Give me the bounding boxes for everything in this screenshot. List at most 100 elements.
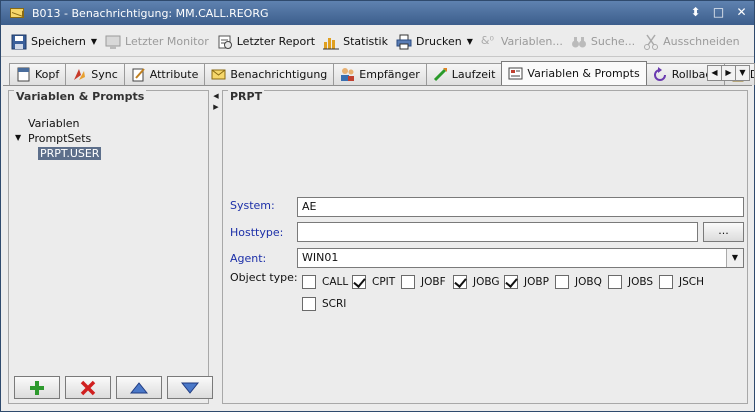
last-monitor-button[interactable]: Letzter Monitor	[101, 30, 213, 54]
statistics-button[interactable]: Statistik	[319, 30, 392, 54]
tab-list-button[interactable]: ▼	[735, 65, 750, 81]
prompt-set-panel: PRPT System: AE Hosttype: ... Agent: WIN…	[222, 90, 748, 404]
panel-title: Variablen & Prompts	[14, 90, 147, 103]
cut-label: Ausschneiden	[663, 35, 740, 48]
checkbox-call[interactable]: CALL	[302, 275, 348, 289]
checkbox-box[interactable]	[659, 275, 673, 289]
tree-item-promptsets[interactable]: PromptSets	[28, 132, 91, 145]
system-input[interactable]: AE	[297, 197, 744, 217]
collapse-toggle-icon[interactable]: ▼	[15, 133, 21, 142]
cut-button[interactable]: Ausschneiden	[639, 30, 744, 54]
runtime-icon	[433, 67, 448, 82]
checkbox-jsch-label: JSCH	[679, 276, 704, 288]
monitor-icon	[105, 34, 121, 50]
last-monitor-label: Letzter Monitor	[125, 35, 209, 48]
checkbox-box[interactable]	[555, 275, 569, 289]
printer-icon	[396, 34, 412, 50]
agent-value: WIN01	[302, 251, 339, 264]
variables-button[interactable]: &⁰ Variablen...	[477, 30, 567, 54]
move-down-button[interactable]	[167, 376, 213, 399]
checkbox-box[interactable]	[401, 275, 415, 289]
tree-item-variables[interactable]: Variablen	[28, 117, 80, 130]
last-report-button[interactable]: Letzter Report	[213, 30, 319, 54]
agent-select[interactable]: WIN01 ▼	[297, 248, 744, 268]
tab-attribute-label: Attribute	[149, 68, 199, 81]
checkbox-jobg[interactable]: JOBG	[453, 275, 500, 289]
variables-prompts-panel: Variablen & Prompts Variablen ▼ PromptSe…	[8, 90, 213, 404]
tab-documentation-label: D	[750, 68, 754, 81]
variables-icon: &⁰	[480, 33, 494, 47]
plus-icon	[30, 380, 44, 395]
tree-button-row	[14, 376, 213, 399]
tree-view[interactable]: Variablen ▼ PromptSets PRPT.USER	[13, 109, 203, 369]
checkbox-jobs-label: JOBS	[628, 276, 654, 288]
checkbox-jobs[interactable]: JOBS	[608, 275, 653, 289]
tab-laufzeit[interactable]: Laufzeit	[425, 63, 503, 85]
rollback-icon	[653, 67, 668, 82]
hosttype-input[interactable]	[297, 222, 698, 242]
report-icon	[217, 34, 233, 50]
tab-sync[interactable]: Sync	[65, 63, 125, 85]
checkbox-box[interactable]	[453, 275, 467, 289]
tab-kopf[interactable]: Kopf	[9, 63, 67, 85]
tab-kopf-label: Kopf	[35, 68, 60, 81]
header-icon	[16, 67, 31, 82]
save-button[interactable]: Speichern	[7, 30, 90, 54]
delete-button[interactable]	[65, 376, 111, 399]
agent-label: Agent:	[230, 252, 267, 265]
tab-laufzeit-label: Laufzeit	[451, 68, 496, 81]
attribute-icon	[131, 67, 146, 82]
checkbox-jobg-label: JOBG	[473, 276, 500, 288]
save-label: Speichern	[31, 35, 86, 48]
hosttype-browse-button[interactable]: ...	[703, 222, 744, 242]
checkbox-box[interactable]	[504, 275, 518, 289]
expand-right-icon[interactable]: ▶	[211, 103, 221, 111]
checkbox-jobq[interactable]: JOBQ	[555, 275, 602, 289]
restore-button[interactable]: ⬍	[689, 6, 702, 19]
tab-empfaenger-label: Empfänger	[359, 68, 420, 81]
object-type-label: Object type:	[230, 271, 298, 284]
tab-scroll-left-button[interactable]: ◀	[707, 65, 722, 81]
add-button[interactable]	[14, 376, 60, 399]
save-dropdown-icon[interactable]: ▼	[91, 37, 97, 46]
chevron-down-icon[interactable]: ▼	[726, 249, 743, 267]
tab-scroll-right-button[interactable]: ▶	[721, 65, 736, 81]
scissors-icon	[643, 34, 659, 50]
checkbox-cpit-label: CPIT	[372, 276, 396, 288]
delete-x-icon	[80, 380, 96, 395]
print-dropdown-icon[interactable]: ▼	[467, 37, 473, 46]
tab-navigation: ◀ ▶ ▼	[707, 65, 750, 81]
tab-variablen-prompts[interactable]: Variablen & Prompts	[501, 61, 647, 85]
tab-empfaenger[interactable]: Empfänger	[333, 63, 427, 85]
title-bar[interactable]: B013 - Benachrichtigung: MM.CALL.REORG ⬍…	[1, 1, 754, 25]
search-button[interactable]: Suche...	[567, 30, 639, 54]
checkbox-call-label: CALL	[322, 276, 349, 288]
tab-content: Variablen & Prompts Variablen ▼ PromptSe…	[3, 85, 752, 410]
checkbox-box[interactable]	[302, 297, 316, 311]
floppy-disk-icon	[11, 34, 27, 50]
checkbox-jobp[interactable]: JOBP	[504, 275, 549, 289]
maximize-button[interactable]: □	[712, 6, 725, 19]
tab-attribute[interactable]: Attribute	[123, 63, 206, 85]
checkbox-box[interactable]	[352, 275, 366, 289]
checkbox-jobf[interactable]: JOBF	[401, 275, 446, 289]
checkbox-box[interactable]	[302, 275, 316, 289]
checkbox-cpit[interactable]: CPIT	[352, 275, 395, 289]
print-button[interactable]: Drucken	[392, 30, 466, 54]
close-button[interactable]: ✕	[735, 6, 748, 19]
collapse-left-icon[interactable]: ◀	[211, 92, 221, 100]
tree-item-prpt-user[interactable]: PRPT.USER	[38, 147, 102, 160]
last-report-label: Letzter Report	[236, 35, 316, 48]
tab-benachrichtigung[interactable]: Benachrichtigung	[204, 63, 335, 85]
checkbox-scri-label: SCRI	[322, 298, 347, 310]
envelope-icon	[211, 67, 226, 82]
checkbox-jsch[interactable]: JSCH	[659, 275, 704, 289]
panel-splitter[interactable]: ◀ ▶	[211, 90, 221, 404]
sync-icon	[72, 67, 87, 82]
move-up-button[interactable]	[116, 376, 162, 399]
checkbox-box[interactable]	[608, 275, 622, 289]
statistics-label: Statistik	[343, 35, 388, 48]
checkbox-scri[interactable]: SCRI	[302, 297, 346, 311]
recipients-icon	[340, 67, 355, 82]
variables-label: Variablen...	[500, 35, 563, 48]
